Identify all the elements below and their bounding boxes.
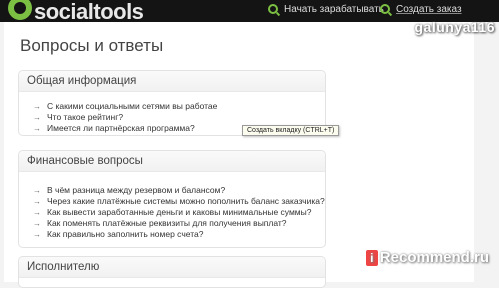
list-item[interactable]: → Через какие платёжные системы можно по… [33, 196, 325, 207]
arrow-right-icon: → [33, 197, 41, 206]
page-title: Вопросы и ответы [20, 36, 164, 55]
irecommend-watermark: i Recommend.ru [365, 249, 489, 266]
irecommend-logo-icon: i [365, 249, 378, 266]
arrow-right-icon: → [33, 219, 41, 228]
socialtools-logo[interactable]: socialtools [8, 0, 144, 24]
question-list: → В чём разница между резервом и балансо… [33, 185, 325, 240]
section-performer: Исполнителю [18, 256, 326, 288]
question-link[interactable]: В чём разница между резервом и балансом? [47, 185, 225, 196]
logo-text: socialtools [34, 0, 144, 24]
question-link[interactable]: Что такое рейтинг? [47, 112, 123, 123]
list-item[interactable]: → Имеется ли партнёрская программа? [33, 123, 217, 134]
nav-create-order-label: Создать заказ [396, 3, 462, 15]
nav-start-earning-label: Начать зарабатывать [284, 3, 384, 15]
arrow-right-icon: → [33, 124, 41, 133]
nav-create-order[interactable]: Создать заказ [380, 0, 462, 18]
logo-icon [8, 0, 32, 20]
question-link[interactable]: Как правильно заполнить номер счета? [47, 229, 203, 240]
question-link[interactable]: Как поменять платёжные реквизиты для пол… [47, 218, 287, 229]
list-item[interactable]: → Как правильно заполнить номер счета? [33, 229, 325, 240]
section-header: Исполнителю [19, 257, 325, 278]
main-content: Вопросы и ответы Общая информация → С ка… [4, 22, 474, 288]
question-link[interactable]: Как вывести заработанные деньги и каковы… [47, 207, 312, 218]
arrow-right-icon: → [33, 186, 41, 195]
list-item[interactable]: → Как поменять платёжные реквизиты для п… [33, 218, 325, 229]
search-icon [268, 4, 278, 14]
section-header: Общая информация [19, 71, 325, 92]
list-item[interactable]: → Что такое рейтинг? [33, 112, 217, 123]
question-list: → С какими социальными сетями вы работае… [33, 101, 217, 134]
arrow-right-icon: → [33, 102, 41, 111]
arrow-right-icon: → [33, 113, 41, 122]
arrow-right-icon: → [33, 208, 41, 217]
irecommend-text: Recommend.ru [379, 249, 489, 266]
list-item[interactable]: → Как вывести заработанные деньги и како… [33, 207, 325, 218]
nav-start-earning[interactable]: Начать зарабатывать [268, 0, 384, 18]
question-link[interactable]: С какими социальными сетями вы работае [47, 101, 217, 112]
list-item[interactable]: → С какими социальными сетями вы работае [33, 101, 217, 112]
section-financial: Финансовые вопросы → В чём разница между… [18, 150, 326, 248]
list-item[interactable]: → В чём разница между резервом и балансо… [33, 185, 325, 196]
question-link[interactable]: Имеется ли партнёрская программа? [47, 123, 195, 134]
username-watermark: galunya116 [414, 19, 495, 35]
search-icon [380, 4, 390, 14]
section-header: Финансовые вопросы [19, 151, 325, 172]
new-tab-tooltip: Создать вкладку (CTRL+T) [242, 125, 340, 136]
arrow-right-icon: → [33, 230, 41, 239]
question-link[interactable]: Через какие платёжные системы можно попо… [47, 196, 325, 207]
